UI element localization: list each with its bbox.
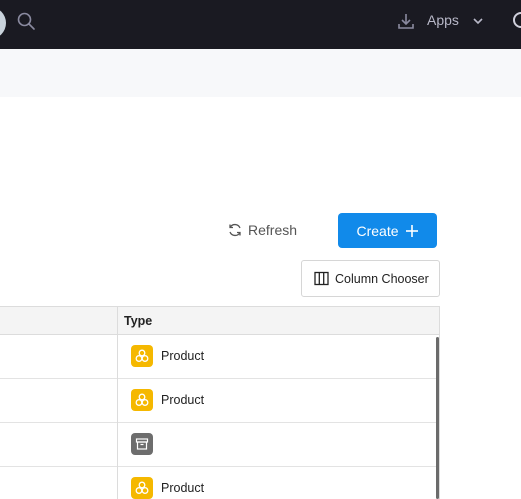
column-chooser-button[interactable]: Column Chooser xyxy=(301,260,440,297)
refresh-button[interactable]: Refresh xyxy=(227,219,297,241)
table-row[interactable]: Product xyxy=(0,467,439,499)
refresh-icon xyxy=(229,223,241,237)
apps-menu-label[interactable]: Apps xyxy=(427,12,459,28)
product-icon xyxy=(131,345,153,367)
table-row[interactable]: Product xyxy=(0,379,439,423)
chevron-down-icon[interactable] xyxy=(472,15,484,27)
type-label: Product xyxy=(161,349,205,363)
sub-header xyxy=(0,49,521,97)
column-chooser-label: Column Chooser xyxy=(335,271,429,286)
plus-icon xyxy=(405,224,418,237)
table-row[interactable]: Product xyxy=(0,335,439,379)
type-cell: Product xyxy=(131,389,204,411)
table-scrollbar[interactable] xyxy=(436,337,439,499)
type-cell: Product xyxy=(131,345,204,367)
refresh-label: Refresh xyxy=(248,222,298,238)
product-icon xyxy=(131,389,153,411)
product-icon xyxy=(131,477,153,499)
archive-icon xyxy=(131,433,153,455)
columns-icon xyxy=(314,271,329,286)
help-icon[interactable] xyxy=(513,12,521,28)
create-label: Create xyxy=(356,222,399,239)
table-header: Type xyxy=(0,306,439,335)
type-label: Product xyxy=(161,393,205,407)
type-label: Product xyxy=(161,481,205,495)
column-header-type[interactable]: Type xyxy=(124,314,152,328)
column-divider xyxy=(117,306,118,499)
search-icon[interactable] xyxy=(16,11,36,31)
avatar[interactable] xyxy=(0,7,6,39)
data-table: Type Product Product Product xyxy=(0,306,440,499)
table-row[interactable] xyxy=(0,423,439,467)
type-cell xyxy=(131,433,161,455)
download-icon[interactable] xyxy=(396,11,416,31)
create-button[interactable]: Create xyxy=(338,213,437,248)
type-cell: Product xyxy=(131,477,204,499)
top-nav-bar: Apps xyxy=(0,0,521,49)
